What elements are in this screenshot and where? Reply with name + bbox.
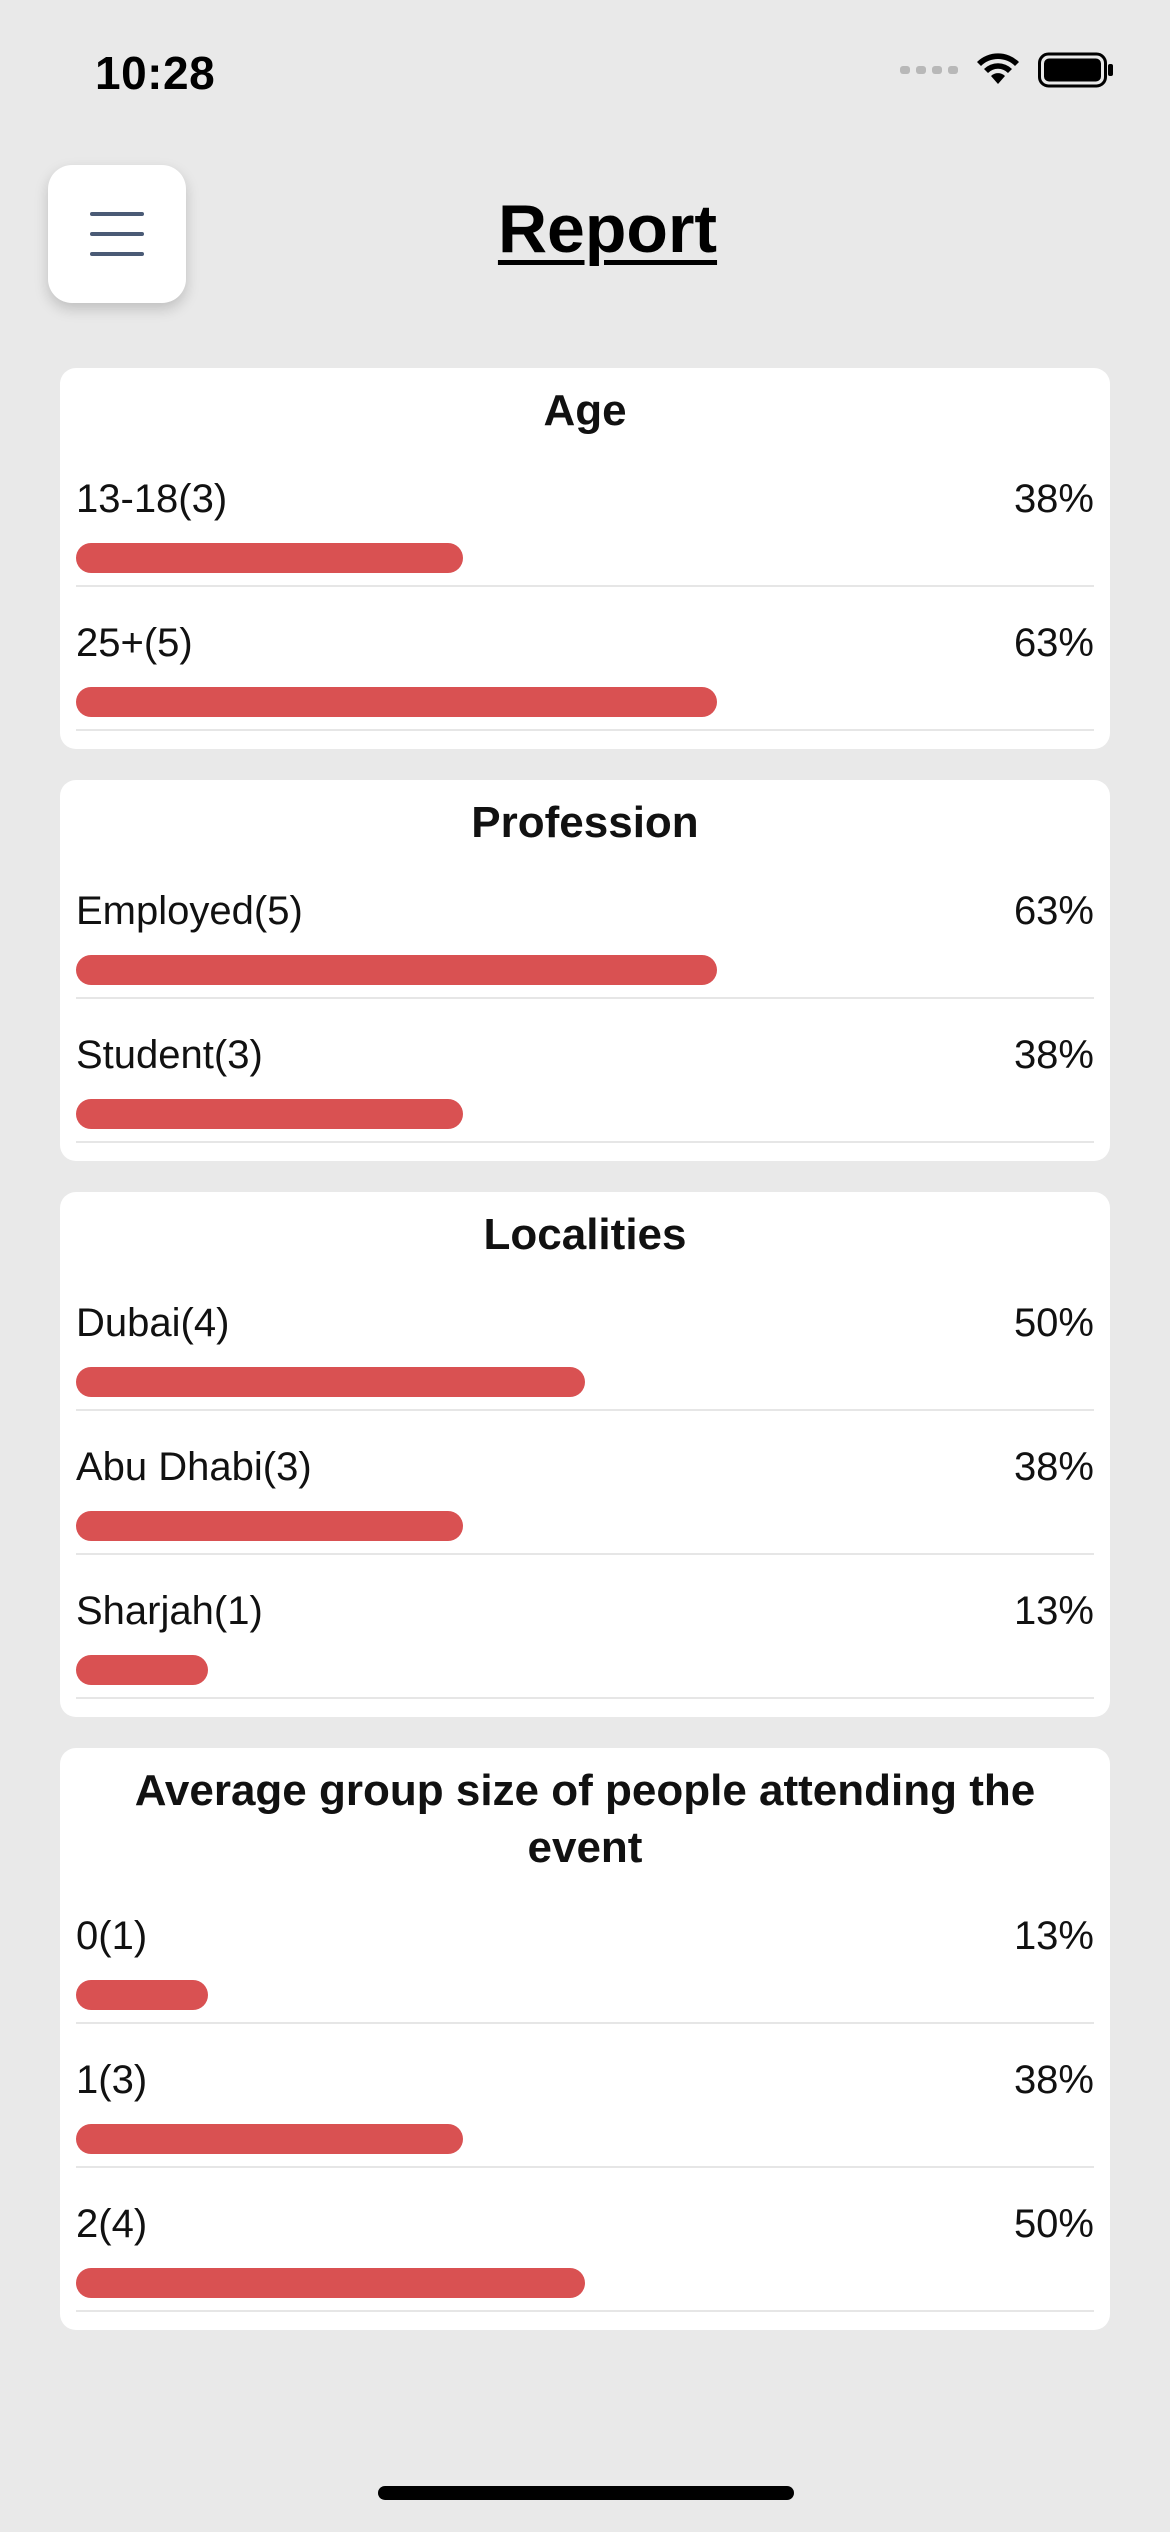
progress-bar-track	[76, 2268, 1094, 2298]
stat-percent: 50%	[1013, 1301, 1094, 1345]
stat-row: Abu Dhabi(3) 38%	[76, 1411, 1094, 1555]
progress-bar-fill	[76, 543, 463, 573]
stat-row-header: 1(3) 38%	[76, 2058, 1094, 2103]
progress-bar-fill	[76, 687, 718, 717]
progress-bar-track	[76, 1655, 1094, 1685]
page-title: Report	[497, 191, 718, 267]
stat-label: 2(4)	[76, 2202, 148, 2246]
progress-bar-fill	[76, 2268, 585, 2298]
stat-row: Dubai(4) 50%	[76, 1267, 1094, 1411]
stat-percent: 63%	[1013, 889, 1094, 933]
status-time: 10:28	[95, 47, 216, 99]
card-title: Age	[543, 386, 627, 435]
stat-row-header: Dubai(4) 50%	[76, 1301, 1094, 1346]
stat-row: 13-18(3) 38%	[76, 443, 1094, 587]
stat-percent: 13%	[1013, 1914, 1094, 1958]
card-title: Profession	[471, 798, 699, 847]
stat-row-header: 2(4) 50%	[76, 2202, 1094, 2247]
report-screen: 10:28 Report Age 13-18(3) 38% 25+(5) 63% Pr	[0, 0, 1170, 2532]
stat-percent: 38%	[1013, 1033, 1094, 1077]
report-card: Profession Employed(5) 63% Student(3) 38%	[60, 780, 1110, 1161]
progress-bar-track	[76, 1511, 1094, 1541]
stat-percent: 50%	[1013, 2202, 1094, 2246]
stat-row: Sharjah(1) 13%	[76, 1555, 1094, 1699]
stat-row-header: 13-18(3) 38%	[76, 477, 1094, 522]
stat-percent: 13%	[1013, 1589, 1094, 1633]
home-indicator[interactable]	[378, 2486, 794, 2500]
stat-label: Abu Dhabi(3)	[76, 1445, 312, 1489]
stat-label: 0(1)	[76, 1914, 148, 1958]
report-sections: Age 13-18(3) 38% 25+(5) 63% Profession Employe…	[60, 368, 1110, 2361]
stat-percent: 38%	[1013, 477, 1094, 521]
stat-label: 1(3)	[76, 2058, 148, 2102]
stat-label: 25+(5)	[76, 621, 193, 665]
progress-bar-fill	[76, 1099, 463, 1129]
progress-bar-fill	[76, 1980, 209, 2010]
progress-bar-track	[76, 955, 1094, 985]
progress-bar-track	[76, 543, 1094, 573]
report-card: Age 13-18(3) 38% 25+(5) 63%	[60, 368, 1110, 749]
stat-row: Employed(5) 63%	[76, 855, 1094, 999]
stat-row-header: Sharjah(1) 13%	[76, 1589, 1094, 1634]
progress-bar-track	[76, 2124, 1094, 2154]
report-card: Average group size of people attending t…	[60, 1748, 1110, 2330]
card-title: Localities	[483, 1210, 687, 1259]
progress-bar-track	[76, 1367, 1094, 1397]
battery-icon	[1038, 52, 1113, 88]
stat-label: Student(3)	[76, 1033, 263, 1077]
stat-row: 1(3) 38%	[76, 2024, 1094, 2168]
stat-row-header: 0(1) 13%	[76, 1914, 1094, 1959]
progress-bar-track	[76, 1099, 1094, 1129]
stat-row: Student(3) 38%	[76, 999, 1094, 1143]
stat-row: 0(1) 13%	[76, 1880, 1094, 2024]
progress-bar-fill	[76, 1655, 209, 1685]
stat-label: Sharjah(1)	[76, 1589, 263, 1633]
progress-bar-fill	[76, 1511, 463, 1541]
stat-row: 25+(5) 63%	[76, 587, 1094, 731]
stat-label: Employed(5)	[76, 889, 303, 933]
stat-percent: 38%	[1013, 2058, 1094, 2102]
stat-row: 2(4) 50%	[76, 2168, 1094, 2312]
report-card: Localities Dubai(4) 50% Abu Dhabi(3) 38% Shar…	[60, 1192, 1110, 1717]
stat-row-header: Employed(5) 63%	[76, 889, 1094, 934]
cellular-signal-icon	[900, 66, 958, 74]
progress-bar-fill	[76, 1367, 585, 1397]
stat-row-header: Abu Dhabi(3) 38%	[76, 1445, 1094, 1490]
stat-percent: 38%	[1013, 1445, 1094, 1489]
stat-row-header: 25+(5) 63%	[76, 621, 1094, 666]
status-icons	[900, 52, 1114, 88]
progress-bar-fill	[76, 955, 718, 985]
wifi-icon	[977, 53, 1019, 84]
stat-percent: 63%	[1013, 621, 1094, 665]
progress-bar-track	[76, 687, 1094, 717]
stat-row-header: Student(3) 38%	[76, 1033, 1094, 1078]
progress-bar-fill	[76, 2124, 463, 2154]
stat-label: 13-18(3)	[76, 477, 228, 521]
stat-label: Dubai(4)	[76, 1301, 230, 1345]
card-title: Average group size of people attending t…	[134, 1766, 1036, 1872]
status-bar: 10:28	[0, 0, 1170, 150]
progress-bar-track	[76, 1980, 1094, 2010]
